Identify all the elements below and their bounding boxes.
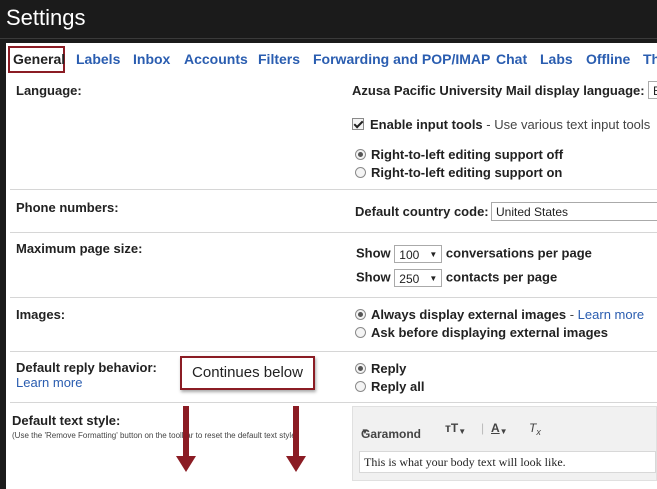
reply-label: Reply: [371, 361, 407, 376]
text-style-editor: Garamond ▼ тT ▼ | A ▼ Tx This is what yo…: [352, 406, 657, 481]
reply-radio[interactable]: [355, 363, 366, 374]
rtl-off-radio[interactable]: [355, 149, 366, 160]
text-style-note: (Use the 'Remove Formatting' button on t…: [12, 431, 299, 440]
tab-filters[interactable]: Filters: [258, 51, 300, 67]
input-tools-checkbox[interactable]: [352, 118, 364, 130]
settings-tabs: General Labels Inbox Accounts Filters Fo…: [6, 43, 657, 74]
reply-row: Default reply behavior: Learn more Reply…: [10, 352, 657, 403]
page-size-label: Maximum page size:: [16, 241, 143, 256]
reply-learn-more-link[interactable]: Learn more: [16, 375, 82, 390]
input-tools-option[interactable]: Enable input tools - Use various text in…: [352, 117, 650, 132]
phone-label: Phone numbers:: [16, 200, 119, 215]
images-learn-more-link[interactable]: Learn more: [578, 307, 644, 322]
tab-labs[interactable]: Labs: [540, 51, 573, 67]
contacts-select[interactable]: 250 ▼: [394, 269, 443, 287]
language-row: Language: Azusa Pacific University Mail …: [10, 74, 657, 190]
rtl-on-label: Right-to-left editing support on: [371, 165, 563, 180]
chevron-down-icon: ▼: [429, 250, 438, 259]
toolbar-divider: |: [481, 421, 485, 435]
chevron-down-icon: ▼: [429, 274, 438, 283]
conversations-select[interactable]: 100 ▼: [394, 245, 443, 263]
chevron-down-icon: ▼: [361, 427, 369, 436]
conversations-option: Show 100 ▼ conversations per page: [356, 245, 592, 263]
page-size-row: Maximum page size: Show 100 ▼ conversatio…: [10, 233, 657, 298]
rtl-on-option[interactable]: Right-to-left editing support on: [355, 165, 562, 180]
language-label: Language:: [16, 83, 82, 98]
conversations-suffix: conversations per page: [445, 245, 592, 261]
title-bar: Settings: [0, 0, 657, 39]
callout-arrowhead-right: [286, 456, 306, 472]
tab-general[interactable]: General: [13, 51, 65, 67]
reply-all-label: Reply all: [371, 379, 425, 394]
conversations-show-label: Show: [356, 245, 391, 261]
input-tools-label: Enable input tools: [370, 117, 483, 132]
country-code-label: Default country code:: [355, 204, 489, 219]
contacts-value: 250: [399, 272, 420, 286]
tab-inbox[interactable]: Inbox: [133, 51, 170, 67]
always-display-label: Always display external images: [371, 307, 567, 322]
reply-all-option[interactable]: Reply all: [355, 379, 424, 394]
text-size-icon[interactable]: тT ▼: [445, 421, 466, 436]
editor-preview[interactable]: This is what your body text will look li…: [359, 451, 656, 473]
rtl-on-radio[interactable]: [355, 167, 366, 178]
rtl-off-option[interactable]: Right-to-left editing support off: [355, 147, 563, 162]
callout-arrowhead-left: [176, 456, 196, 472]
contacts-option: Show 250 ▼ contacts per page: [356, 269, 557, 287]
editor-toolbar: Garamond ▼ тT ▼ | A ▼ Tx: [361, 415, 656, 443]
remove-formatting-icon[interactable]: Tx: [529, 421, 541, 437]
font-name: Garamond: [361, 427, 422, 441]
display-language-label: Azusa Pacific University Mail display la…: [352, 83, 645, 98]
tab-labels[interactable]: Labels: [76, 51, 120, 67]
images-label: Images:: [16, 307, 66, 322]
callout-arrow-right: [293, 406, 299, 458]
callout-arrow-left: [183, 406, 189, 458]
ask-before-radio[interactable]: [355, 327, 366, 338]
contacts-suffix: contacts per page: [445, 269, 558, 285]
tab-chat[interactable]: Chat: [496, 51, 527, 67]
continues-below-callout: Continues below: [180, 356, 315, 390]
reply-all-radio[interactable]: [355, 381, 366, 392]
text-color-icon[interactable]: A ▼: [491, 421, 508, 436]
always-display-dash: -: [566, 307, 578, 322]
ask-before-label: Ask before displaying external images: [371, 325, 608, 340]
phone-row: Phone numbers: Default country code: Uni…: [10, 190, 657, 233]
conversations-value: 100: [399, 248, 420, 262]
input-tools-desc: - Use various text input tools: [482, 117, 651, 132]
settings-content: Language: Azusa Pacific University Mail …: [6, 74, 657, 489]
tab-accounts[interactable]: Accounts: [184, 51, 248, 67]
country-code-select[interactable]: United States: [491, 202, 657, 221]
images-row: Images: Always display external images -…: [10, 298, 657, 352]
page-title: Settings: [6, 5, 86, 30]
ask-before-option[interactable]: Ask before displaying external images: [355, 325, 608, 340]
tab-offline[interactable]: Offline: [586, 51, 630, 67]
reply-option[interactable]: Reply: [355, 361, 406, 376]
reply-behavior-label: Default reply behavior:: [16, 360, 157, 375]
tab-themes[interactable]: Th: [643, 51, 657, 67]
rtl-off-label: Right-to-left editing support off: [371, 147, 564, 162]
always-display-option[interactable]: Always display external images - Learn m…: [355, 307, 644, 322]
tab-forwarding-pop-imap[interactable]: Forwarding and POP/IMAP: [313, 51, 490, 67]
always-display-radio[interactable]: [355, 309, 366, 320]
contacts-show-label: Show: [356, 269, 391, 285]
display-language-select[interactable]: E: [648, 81, 657, 99]
text-style-label: Default text style:: [12, 413, 121, 428]
